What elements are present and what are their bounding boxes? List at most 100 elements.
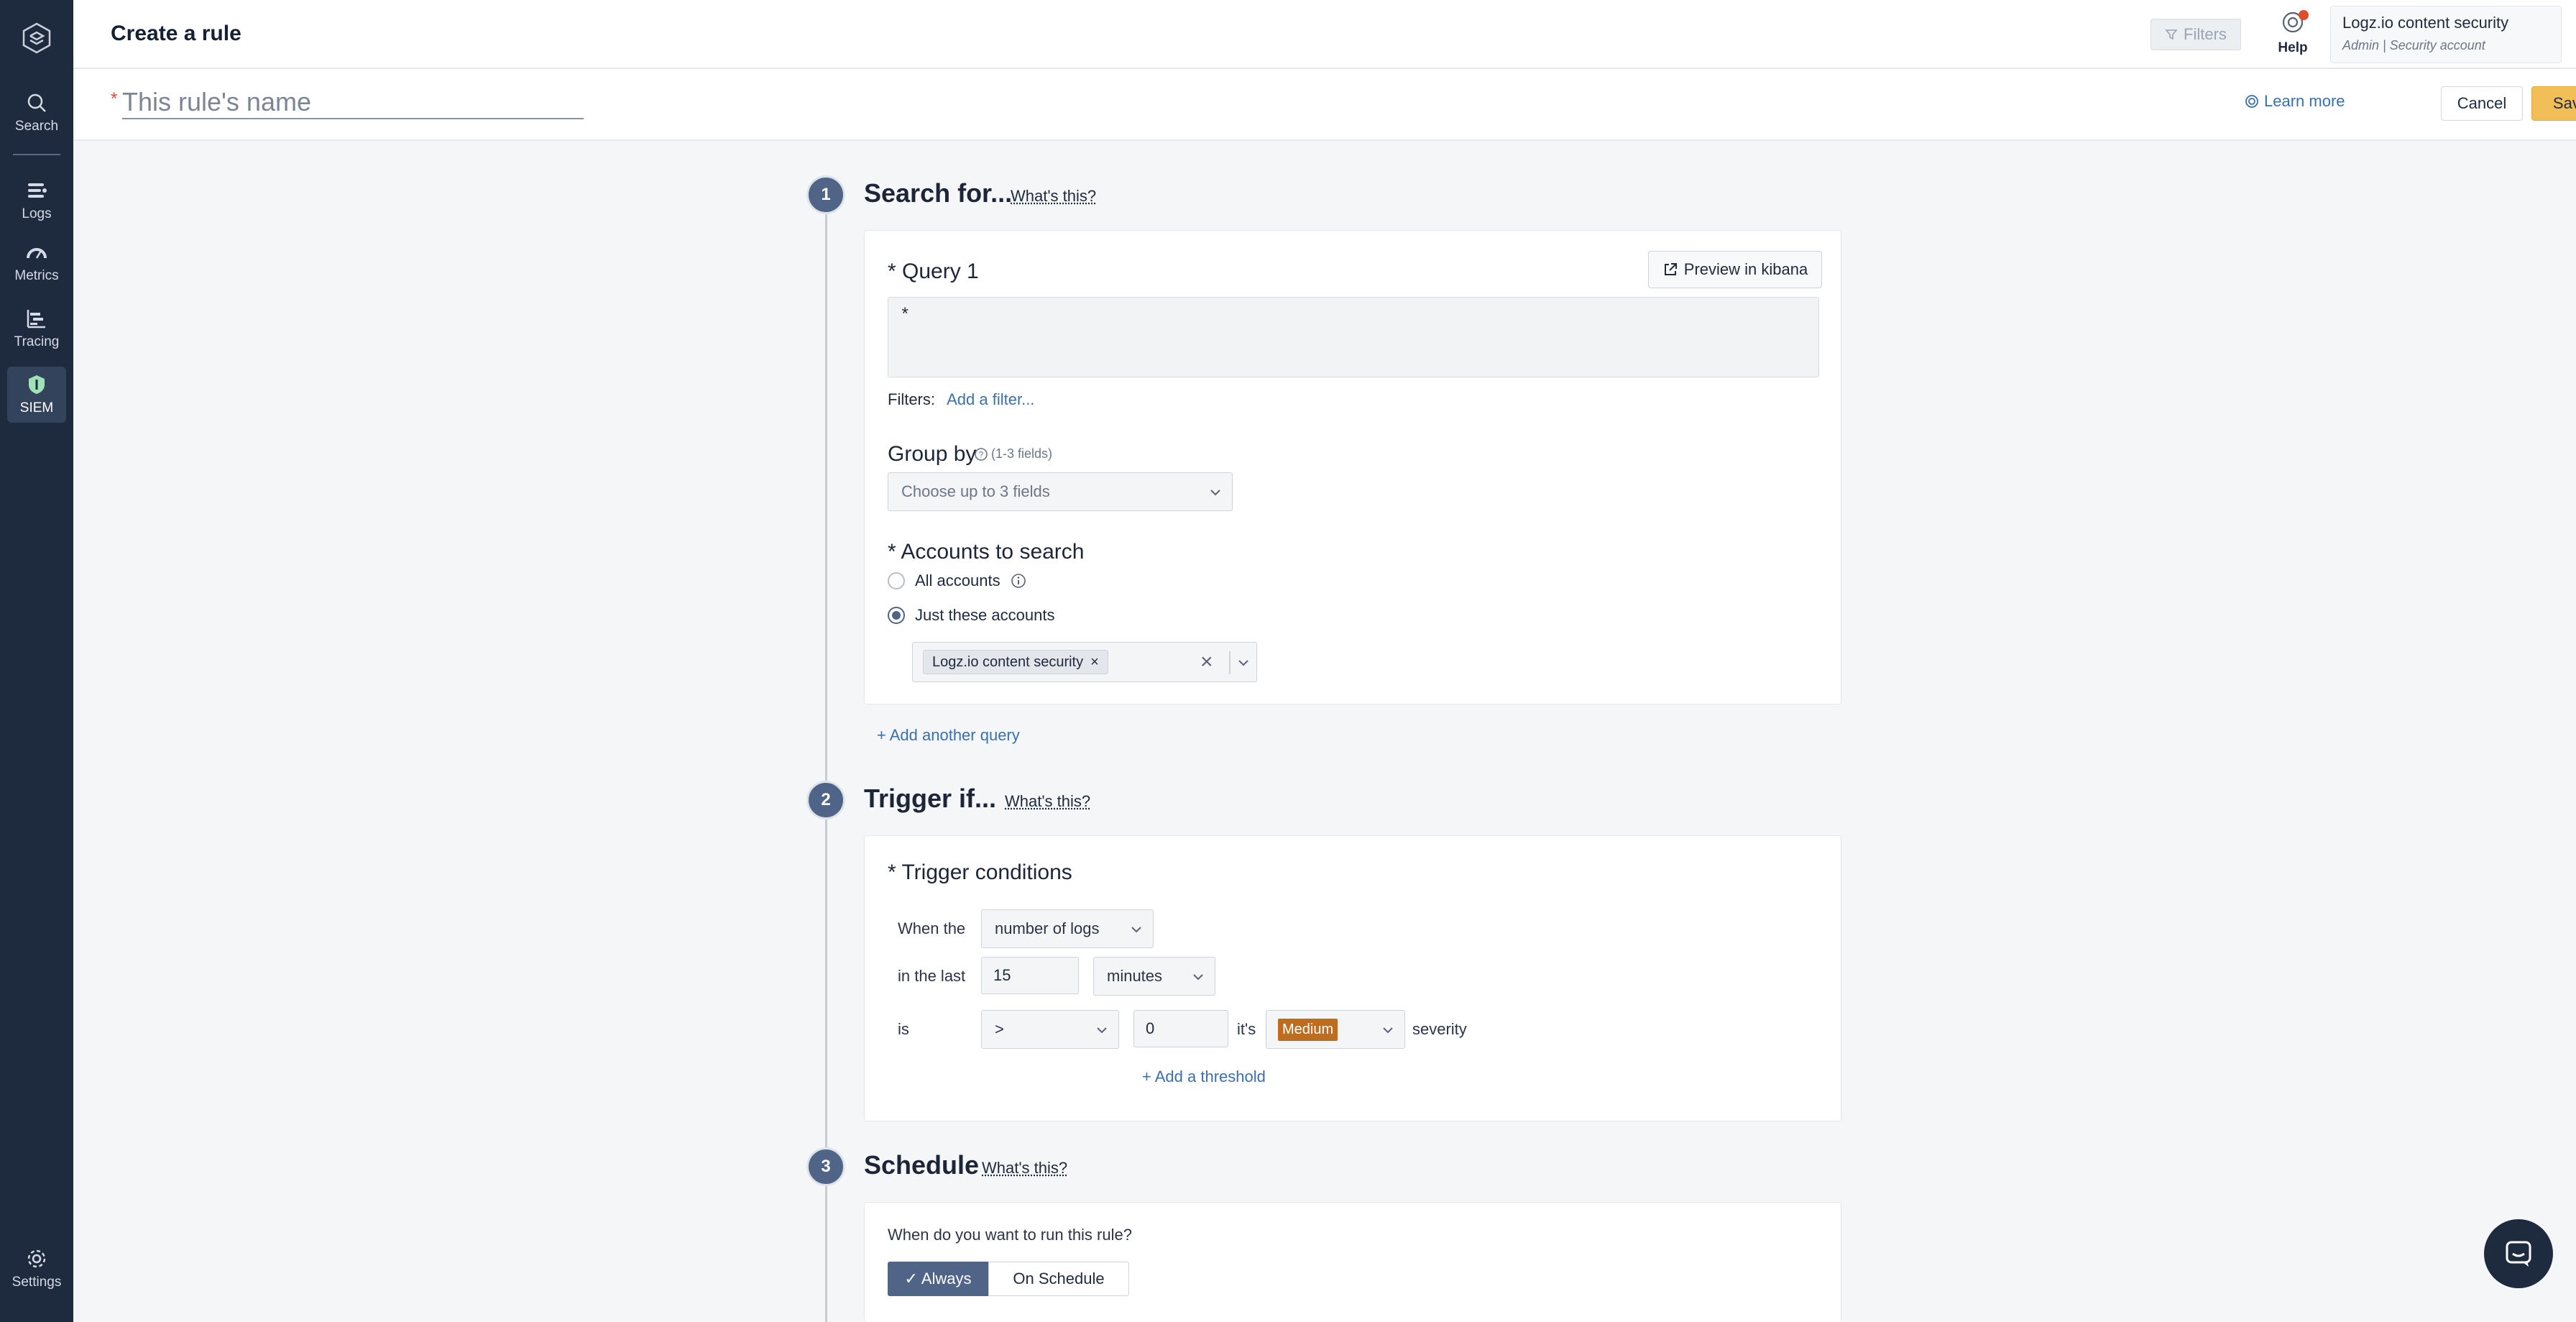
- always-option[interactable]: ✓ Always: [888, 1262, 988, 1296]
- step-title-trigger: Trigger if...: [864, 784, 997, 813]
- nav-item-metrics[interactable]: Metrics: [7, 234, 66, 290]
- required-marker: *: [111, 89, 118, 109]
- all-accounts-option[interactable]: All accounts: [888, 572, 1026, 590]
- step-number-2: 2: [806, 781, 845, 820]
- help-button[interactable]: Help: [2266, 7, 2320, 59]
- radio-unchecked[interactable]: [888, 572, 905, 589]
- nav-item-label: SIEM: [19, 400, 54, 416]
- schedule-card: When do you want to run this rule? ✓ Alw…: [864, 1202, 1841, 1322]
- filter-icon: [2165, 29, 2178, 40]
- radio-checked[interactable]: [888, 607, 905, 624]
- account-switcher[interactable]: Logz.io content security Admin | Securit…: [2330, 6, 2562, 63]
- group-by-placeholder: Choose up to 3 fields: [901, 482, 1050, 500]
- metric-select[interactable]: number of logs: [981, 909, 1154, 948]
- help-circle-icon[interactable]: ?: [974, 447, 988, 462]
- tracing-icon: [27, 310, 45, 329]
- search-card: * Query 1 Preview in kibana * Filters: A…: [864, 230, 1841, 704]
- top-bar: Create a rule Filters Help Logz.io conte…: [73, 0, 2576, 69]
- whats-this-link[interactable]: What's this?: [1005, 792, 1090, 811]
- rule-name-input[interactable]: [122, 86, 584, 119]
- nav-item-siem[interactable]: SIEM: [7, 367, 66, 423]
- severity-label: severity: [1412, 1020, 1467, 1038]
- accounts-label: * Accounts to search: [888, 540, 1085, 564]
- severity-select[interactable]: Medium: [1266, 1010, 1405, 1049]
- chat-widget-button[interactable]: [2484, 1219, 2553, 1288]
- logzio-logo-icon[interactable]: [20, 22, 53, 55]
- lifebuoy-icon: [2245, 95, 2258, 108]
- clear-selection-icon[interactable]: ×: [1200, 651, 1213, 673]
- whats-this-link[interactable]: What's this?: [1011, 187, 1096, 206]
- search-icon: [27, 93, 46, 112]
- schedule-question: When do you want to run this rule?: [888, 1226, 1132, 1244]
- group-by-label: Group by: [888, 442, 977, 466]
- step-title-schedule: Schedule: [864, 1150, 980, 1180]
- chevron-down-icon: [1097, 1027, 1107, 1034]
- on-schedule-option[interactable]: On Schedule: [988, 1262, 1129, 1296]
- info-icon[interactable]: [1011, 573, 1026, 589]
- add-threshold-link[interactable]: + Add a threshold: [1142, 1068, 1266, 1086]
- metrics-icon: [27, 248, 47, 259]
- account-chip: Logz.io content security ×: [923, 650, 1108, 674]
- group-by-hint-text: (1-3 fields): [991, 446, 1053, 461]
- shield-icon: [29, 375, 45, 394]
- notification-dot: [2299, 10, 2309, 20]
- gear-icon: [27, 1249, 46, 1268]
- in-the-last-label: in the last: [898, 967, 966, 985]
- chevron-down-icon[interactable]: [1236, 656, 1251, 670]
- nav-divider: [13, 154, 60, 155]
- nav-item-tracing[interactable]: Tracing: [7, 300, 66, 357]
- period-value-input[interactable]: 15: [981, 957, 1079, 994]
- preview-in-kibana-button[interactable]: Preview in kibana: [1648, 251, 1822, 288]
- nav-item-label: Search: [14, 119, 59, 134]
- step-number-3: 3: [806, 1147, 845, 1186]
- nav-item-label: Settings: [12, 1275, 62, 1290]
- all-accounts-label: All accounts: [915, 572, 1000, 589]
- is-label: is: [898, 1020, 909, 1038]
- help-label: Help: [2278, 40, 2308, 55]
- chevron-down-icon: [1193, 974, 1203, 981]
- schedule-toggle: ✓ Always On Schedule: [888, 1262, 1129, 1296]
- step-title-search: Search for...: [864, 178, 1013, 208]
- just-these-label: Just these accounts: [915, 606, 1055, 624]
- nav-item-label: Tracing: [14, 334, 60, 349]
- severity-badge: Medium: [1278, 1018, 1338, 1041]
- chat-icon: [2506, 1241, 2531, 1267]
- step-number-1: 1: [806, 175, 845, 214]
- accounts-select[interactable]: Logz.io content security × ×: [912, 642, 1257, 682]
- its-label: it's: [1237, 1020, 1256, 1038]
- learn-more-label: Learn more: [2264, 92, 2345, 110]
- nav-item-settings[interactable]: Settings: [7, 1241, 66, 1297]
- nav-item-label: Metrics: [14, 268, 59, 283]
- preview-label: Preview in kibana: [1683, 260, 1808, 278]
- whats-this-link[interactable]: What's this?: [982, 1159, 1067, 1178]
- trigger-conditions-label: * Trigger conditions: [888, 860, 1072, 884]
- filters-row: Filters: Add a filter...: [888, 390, 1034, 409]
- query-input[interactable]: *: [888, 297, 1819, 377]
- left-nav: Search Logs Metrics Tracing SIEM Setting…: [0, 0, 73, 1322]
- filters-button[interactable]: Filters: [2150, 19, 2241, 50]
- account-name: Logz.io content security: [2342, 14, 2509, 32]
- group-by-select[interactable]: Choose up to 3 fields: [888, 472, 1233, 511]
- remove-chip-icon[interactable]: ×: [1090, 654, 1099, 671]
- threshold-input[interactable]: 0: [1133, 1010, 1228, 1047]
- select-separator: [1229, 651, 1230, 674]
- cancel-button[interactable]: Cancel: [2441, 86, 2523, 121]
- rule-name-bar: * Learn more Cancel Save: [73, 69, 2576, 141]
- chevron-down-icon: [1210, 490, 1220, 496]
- add-filter-link[interactable]: Add a filter...: [947, 390, 1034, 408]
- operator-select[interactable]: >: [981, 1010, 1119, 1049]
- chevron-down-icon: [1131, 927, 1141, 933]
- add-another-query-link[interactable]: + Add another query: [877, 726, 1020, 745]
- filters-label: Filters:: [888, 390, 935, 408]
- period-unit-value: minutes: [1107, 967, 1163, 985]
- save-button[interactable]: Save: [2531, 86, 2576, 121]
- just-these-accounts-option[interactable]: Just these accounts: [888, 606, 1054, 625]
- page-title: Create a rule: [111, 22, 242, 45]
- nav-item-logs[interactable]: Logs: [7, 173, 66, 229]
- period-unit-select[interactable]: minutes: [1093, 957, 1215, 996]
- filters-label: Filters: [2184, 25, 2227, 43]
- learn-more-link[interactable]: Learn more: [2244, 92, 2345, 111]
- nav-item-search[interactable]: Search: [7, 85, 66, 141]
- query-label: * Query 1: [888, 260, 979, 283]
- account-role: Admin | Security account: [2342, 38, 2485, 52]
